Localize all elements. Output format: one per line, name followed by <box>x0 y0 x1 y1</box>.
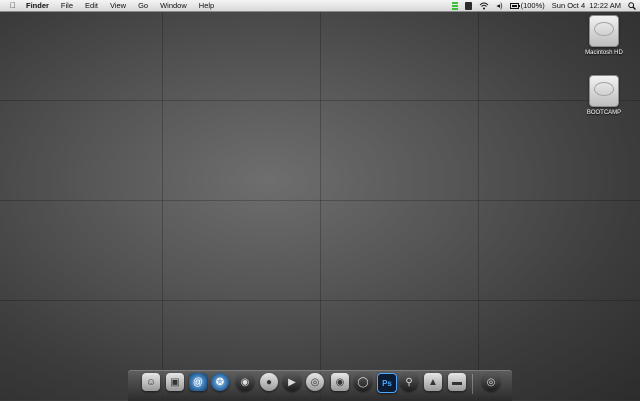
drive-bootcamp[interactable]: BOOTCAMP <box>574 75 634 116</box>
drive-label: Macintosh HD <box>585 50 623 56</box>
battery-icon[interactable]: (100%) <box>509 0 545 11</box>
hard-drive-icon[interactable] <box>589 75 619 107</box>
helmet-icon[interactable]: ● <box>260 373 278 391</box>
menu-bar:  Finder File Edit View Go Window Help ◂… <box>0 0 640 12</box>
wallpaper-grid <box>0 0 640 400</box>
battery-percent: (100%) <box>520 1 545 10</box>
photoshop-icon[interactable]: Ps <box>377 373 397 393</box>
eye-icon[interactable]: ◎ <box>306 373 324 391</box>
drive-label: BOOTCAMP <box>586 110 622 116</box>
dock-separator <box>472 374 473 394</box>
mail-icon[interactable]: @ <box>189 373 207 391</box>
shield-icon[interactable]: ▲ <box>424 373 442 391</box>
drive-macintosh-hd[interactable]: Macintosh HD <box>574 15 634 56</box>
status-area: ◂) (100%) Sun Oct 4 12:22 AM <box>445 0 636 11</box>
magnifier-icon[interactable]: ⚲ <box>400 373 418 391</box>
trash-icon[interactable]: ◎ <box>482 373 500 391</box>
wifi-icon[interactable] <box>479 2 489 10</box>
menu-file[interactable]: File <box>55 0 79 11</box>
search-icon[interactable] <box>628 1 636 10</box>
hard-drive-icon[interactable] <box>589 15 619 47</box>
globe-icon[interactable]: ◉ <box>236 373 254 391</box>
dark-status-icon[interactable] <box>465 1 473 10</box>
preview-icon[interactable]: ▣ <box>166 373 184 391</box>
menu-view[interactable]: View <box>104 0 132 11</box>
terminal-icon[interactable]: ▬ <box>448 373 466 391</box>
menu-help[interactable]: Help <box>193 0 220 11</box>
clock[interactable]: Sun Oct 4 12:22 AM <box>552 0 621 11</box>
finder-icon[interactable]: ☺ <box>142 373 160 391</box>
menu-app-name[interactable]: Finder <box>20 0 55 11</box>
menu-go[interactable]: Go <box>132 0 154 11</box>
video-chat-icon[interactable]: ▶ <box>283 373 301 391</box>
green-bars-icon[interactable] <box>452 1 459 10</box>
menu-edit[interactable]: Edit <box>79 0 104 11</box>
circle-icon[interactable]: ◯ <box>354 373 372 391</box>
apple-icon[interactable]:  <box>6 1 20 10</box>
menu-window[interactable]: Window <box>154 0 193 11</box>
compass-icon[interactable]: ✪ <box>211 373 229 391</box>
ipod-icon[interactable]: ◉ <box>331 373 349 391</box>
volume-icon[interactable]: ◂) <box>496 0 502 11</box>
